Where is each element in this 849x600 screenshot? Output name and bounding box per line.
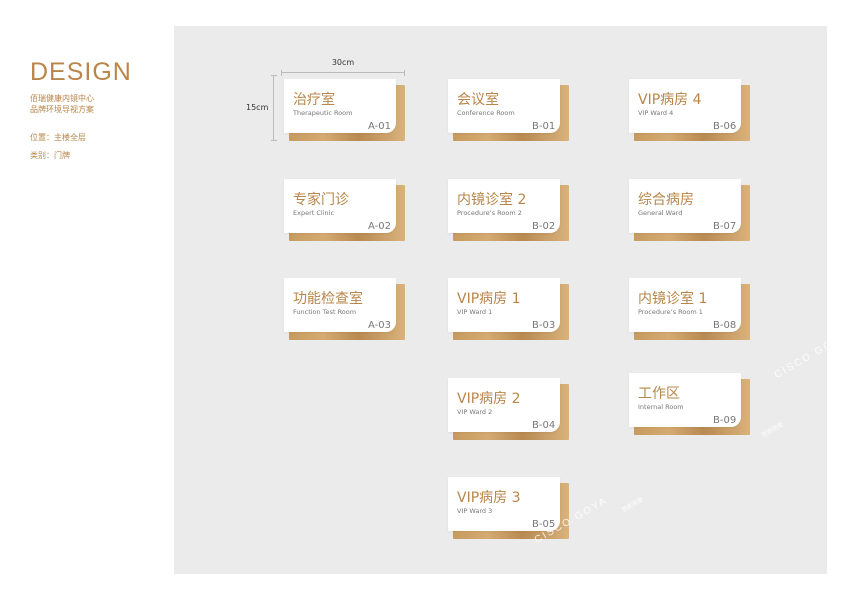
sign-title-en: Procedure’s Room 1 <box>638 308 703 316</box>
meta-info: 位置：主楼全层 类别：门牌 <box>30 129 160 165</box>
sign-title-en: Function Test Room <box>293 308 357 316</box>
sign-face: 功能检查室 Function Test Room A-03 <box>284 278 396 332</box>
door-sign-b-03: VIP病房 1 VIP Ward 1 B-03 <box>448 278 569 340</box>
sign-title-en: Internal Room <box>638 403 684 411</box>
door-sign-a-01: 治疗室 Therapeutic Room A-01 <box>284 79 405 141</box>
category-label: 类别：门牌 <box>30 151 70 160</box>
sign-code: B-03 <box>532 320 556 331</box>
sign-title-en: General Ward <box>638 209 683 217</box>
sign-title-cn: 综合病房 <box>638 192 694 208</box>
project-subtitle: 佰瑞健康内镜中心 品牌环境导视方案 <box>30 93 160 115</box>
sign-title-cn: 会议室 <box>457 92 499 108</box>
sign-code: B-06 <box>713 121 737 132</box>
sign-title-en: Procedure’s Room 2 <box>457 209 522 217</box>
sign-title-en: Expert Clinic <box>293 209 335 217</box>
height-dimension-line <box>271 75 277 141</box>
door-sign-a-03: 功能检查室 Function Test Room A-03 <box>284 278 405 340</box>
door-sign-b-04: VIP病房 2 VIP Ward 2 B-04 <box>448 378 569 440</box>
sign-title-en: VIP Ward 2 <box>457 408 493 416</box>
sign-code: B-04 <box>532 420 556 431</box>
door-sign-b-02: 内镜诊室 2 Procedure’s Room 2 B-02 <box>448 179 569 241</box>
sign-title-en: VIP Ward 1 <box>457 308 493 316</box>
sign-title-cn: VIP病房 1 <box>457 291 521 307</box>
sign-face: VIP病房 3 VIP Ward 3 B-05 <box>448 477 560 531</box>
sign-code: A-01 <box>368 121 391 132</box>
sign-code: B-08 <box>713 320 737 331</box>
door-sign-b-08: 内镜诊室 1 Procedure’s Room 1 B-08 <box>629 278 750 340</box>
sign-face: 治疗室 Therapeutic Room A-01 <box>284 79 396 133</box>
sign-code: B-09 <box>713 415 737 426</box>
width-dimension-label: 30cm <box>331 58 355 67</box>
sign-title-cn: 功能检查室 <box>293 291 363 307</box>
sign-face: 综合病房 General Ward B-07 <box>629 179 741 233</box>
sign-title-cn: 专家门诊 <box>293 192 349 208</box>
sign-title-cn: 内镜诊室 2 <box>457 192 527 208</box>
width-dimension-line <box>281 70 405 76</box>
sign-face: 会议室 Conference Room B-01 <box>448 79 560 133</box>
door-sign-b-01: 会议室 Conference Room B-01 <box>448 79 569 141</box>
sign-face: VIP病房 1 VIP Ward 1 B-03 <box>448 278 560 332</box>
sign-code: B-01 <box>532 121 556 132</box>
sign-title-cn: VIP病房 4 <box>638 92 702 108</box>
sign-title-cn: 治疗室 <box>293 92 335 108</box>
door-sign-b-07: 综合病房 General Ward B-07 <box>629 179 750 241</box>
location-label: 位置：主楼全层 <box>30 133 86 142</box>
sign-code: A-03 <box>368 320 391 331</box>
sign-face: 工作区 Internal Room B-09 <box>629 373 741 427</box>
sign-title-cn: 工作区 <box>638 386 680 402</box>
sign-code: A-02 <box>368 221 391 232</box>
sign-title-en: VIP Ward 3 <box>457 507 493 515</box>
height-dimension-label: 15cm <box>246 103 269 112</box>
sign-face: 内镜诊室 1 Procedure’s Room 1 B-08 <box>629 278 741 332</box>
sign-title-en: VIP Ward 4 <box>638 109 674 117</box>
subtitle-line-1: 佰瑞健康内镜中心 <box>30 94 94 103</box>
subtitle-line-2: 品牌环境导视方案 <box>30 105 94 114</box>
sign-title-cn: 内镜诊室 1 <box>638 291 708 307</box>
door-sign-b-09: 工作区 Internal Room B-09 <box>629 373 750 435</box>
door-sign-a-02: 专家门诊 Expert Clinic A-02 <box>284 179 405 241</box>
title-block: DESIGN 佰瑞健康内镜中心 品牌环境导视方案 位置：主楼全层 类别：门牌 <box>30 58 160 165</box>
sign-title-cn: VIP病房 2 <box>457 391 521 407</box>
sign-title-en: Therapeutic Room <box>293 109 353 117</box>
page-title: DESIGN <box>30 58 132 86</box>
sign-face: VIP病房 4 VIP Ward 4 B-06 <box>629 79 741 133</box>
sign-title-cn: VIP病房 3 <box>457 490 521 506</box>
sign-title-en: Conference Room <box>457 109 515 117</box>
sign-face: 内镜诊室 2 Procedure’s Room 2 B-02 <box>448 179 560 233</box>
door-sign-b-06: VIP病房 4 VIP Ward 4 B-06 <box>629 79 750 141</box>
sign-code: B-02 <box>532 221 556 232</box>
sign-face: VIP病房 2 VIP Ward 2 B-04 <box>448 378 560 432</box>
sign-face: 专家门诊 Expert Clinic A-02 <box>284 179 396 233</box>
sign-code: B-07 <box>713 221 737 232</box>
